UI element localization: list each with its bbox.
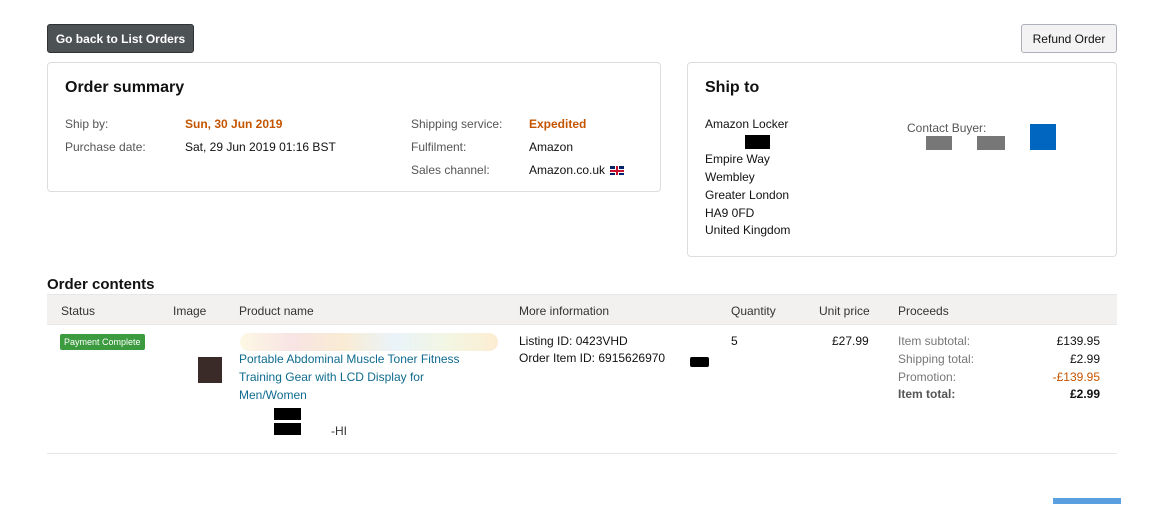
item-total-value: £2.99	[1069, 387, 1100, 401]
order-summary-card: Order summary Ship by: Sun, 30 Jun 2019 …	[47, 62, 661, 192]
row-divider	[47, 453, 1117, 454]
order-contents-title: Order contents	[47, 276, 155, 293]
promotion-label: Promotion:	[898, 370, 957, 384]
scroll-indicator[interactable]	[1053, 498, 1121, 504]
shipping-total-value: £2.99	[1069, 352, 1100, 366]
fulfilment-value: Amazon	[529, 140, 574, 154]
unit-price-value: £27.99	[832, 334, 869, 348]
table-header: Status Image Product name More informati…	[47, 294, 1117, 325]
col-status: Status	[61, 304, 96, 318]
redacted-block	[926, 136, 952, 150]
ship-by-label: Ship by:	[65, 117, 109, 131]
uk-flag-icon	[610, 166, 625, 175]
col-product-name: Product name	[239, 304, 314, 318]
contact-buyer-button[interactable]	[1030, 124, 1056, 150]
go-back-button[interactable]: Go back to List Orders	[47, 24, 194, 53]
order-summary-title: Order summary	[65, 79, 185, 96]
ship-line-5: HA9 0FD	[705, 206, 755, 220]
ship-line-2: Empire Way	[705, 152, 770, 166]
col-quantity: Quantity	[731, 304, 776, 318]
quantity-value: 5	[731, 334, 738, 348]
col-proceeds: Proceeds	[898, 304, 949, 318]
ship-to-title: Ship to	[705, 79, 760, 96]
redacted-block	[274, 423, 301, 435]
item-subtotal-value: £139.95	[1056, 334, 1100, 348]
ship-to-card: Ship to Amazon Locker Empire Way Wembley…	[687, 62, 1117, 257]
purchase-date-value: Sat, 29 Jun 2019 01:16 BST	[185, 140, 336, 154]
col-more-information: More information	[519, 304, 610, 318]
shipping-service-value: Expedited	[529, 117, 587, 131]
order-item-id: Order Item ID: 6915626970	[519, 351, 666, 365]
contact-buyer-label: Contact Buyer:	[907, 121, 987, 135]
redacted-block	[274, 408, 301, 420]
product-name-link[interactable]: Portable Abdominal Muscle Toner Fitness …	[239, 350, 489, 404]
status-badge: Payment Complete	[60, 334, 145, 350]
redacted-block	[690, 357, 709, 367]
sales-channel-label: Sales channel:	[411, 163, 490, 177]
listing-id: Listing ID: 0423VHD	[519, 334, 628, 348]
col-unit-price: Unit price	[819, 304, 870, 318]
promotion-value: -£139.95	[1052, 370, 1100, 384]
fulfilment-label: Fulfilment:	[411, 140, 467, 154]
col-image: Image	[173, 304, 207, 318]
blurred-region	[240, 333, 498, 351]
sales-channel-value-wrap: Amazon.co.uk	[529, 163, 625, 177]
redacted-block	[745, 135, 770, 149]
product-image[interactable]	[198, 357, 222, 383]
ship-by-value: Sun, 30 Jun 2019	[185, 117, 283, 131]
ship-line-6: United Kingdom	[705, 223, 791, 237]
purchase-date-label: Purchase date:	[65, 140, 146, 154]
ship-line-4: Greater London	[705, 188, 790, 202]
item-subtotal-label: Item subtotal:	[898, 334, 971, 348]
shipping-service-label: Shipping service:	[411, 117, 503, 131]
redacted-block	[977, 136, 1005, 150]
sales-channel-value: Amazon.co.uk	[529, 163, 606, 177]
refund-order-button[interactable]: Refund Order	[1021, 24, 1117, 53]
item-total-label: Item total:	[898, 387, 956, 401]
shipping-total-label: Shipping total:	[898, 352, 975, 366]
ship-line-1: Amazon Locker	[705, 117, 789, 131]
ship-line-3: Wembley	[705, 170, 755, 184]
sku-text: -HI	[331, 424, 347, 438]
